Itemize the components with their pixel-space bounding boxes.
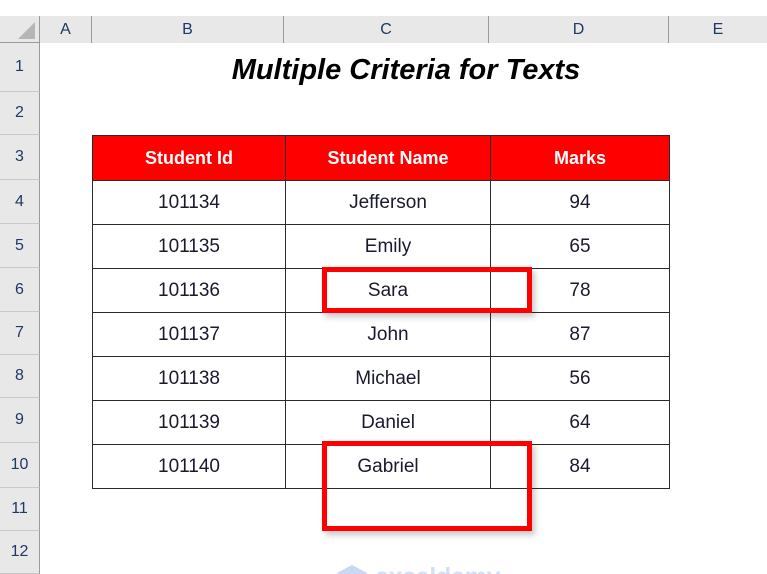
row-header-2-label: 2 <box>15 104 24 121</box>
row-header-11[interactable]: 11 <box>0 488 40 531</box>
table-row[interactable]: 101135 Emily 65 <box>92 224 670 269</box>
row-header-3-label: 3 <box>15 148 24 165</box>
row-header-11-label: 11 <box>11 500 28 517</box>
page-title: Multiple Criteria for Texts <box>231 53 581 86</box>
column-header-c-label: C <box>380 20 392 38</box>
row-header-9[interactable]: 9 <box>0 398 40 443</box>
select-all-triangle-icon <box>18 22 35 39</box>
watermark-name: exceldemy <box>375 564 500 574</box>
row-header-1[interactable]: 1 <box>0 43 40 92</box>
cell-marks[interactable]: 94 <box>490 180 670 225</box>
row-header-1-label: 1 <box>15 58 24 75</box>
table-header-row: Student Id Student Name Marks <box>92 135 670 181</box>
worksheet-area[interactable]: Multiple Criteria for Texts Student Id S… <box>41 43 767 574</box>
table-row[interactable]: 101139 Daniel 64 <box>92 400 670 445</box>
cell-marks[interactable]: 84 <box>490 444 670 489</box>
cell-student-id[interactable]: 101139 <box>92 400 286 445</box>
cell-student-id[interactable]: 101137 <box>92 312 286 357</box>
cell-student-id[interactable]: 101140 <box>92 444 286 489</box>
column-header-b[interactable]: B <box>92 16 284 43</box>
watermark-text-block: exceldemy EXCEL · DATA · BI <box>375 564 500 574</box>
row-header-7-label: 7 <box>15 324 24 341</box>
column-header-e-label: E <box>712 20 724 38</box>
table-row[interactable]: 101137 John 87 <box>92 312 670 357</box>
column-header-student-name: Student Name <box>285 135 491 181</box>
row-header-10[interactable]: 10 <box>0 443 40 488</box>
row-header-5[interactable]: 5 <box>0 224 40 268</box>
student-table: Student Id Student Name Marks 101134 Jef… <box>92 135 670 489</box>
cell-student-name[interactable]: Jefferson <box>285 180 491 225</box>
row-header-6[interactable]: 6 <box>0 268 40 312</box>
row-header-6-label: 6 <box>15 280 24 298</box>
cell-student-name[interactable]: Sara <box>285 268 491 313</box>
cell-marks[interactable]: 87 <box>490 312 670 357</box>
table-row[interactable]: 101140 Gabriel 84 <box>92 444 670 489</box>
column-header-d[interactable]: D <box>489 16 669 43</box>
row-header-12-label: 12 <box>10 543 29 560</box>
row-header-9-label: 9 <box>15 411 24 428</box>
cell-student-name[interactable]: Daniel <box>285 400 491 445</box>
column-header-e[interactable]: E <box>669 16 767 43</box>
table-row[interactable]: 101136 Sara 78 <box>92 268 670 313</box>
cell-student-id[interactable]: 101136 <box>92 268 286 313</box>
cell-student-id[interactable]: 101135 <box>92 224 286 269</box>
column-header-marks: Marks <box>490 135 670 181</box>
row-header-4[interactable]: 4 <box>0 180 40 224</box>
column-header-a[interactable]: A <box>40 16 92 43</box>
row-header-5-label: 5 <box>15 236 24 254</box>
cell-student-id[interactable]: 101138 <box>92 356 286 401</box>
cell-student-name[interactable]: Emily <box>285 224 491 269</box>
cell-student-name[interactable]: Michael <box>285 356 491 401</box>
column-header-b-label: B <box>182 20 193 38</box>
row-header-7[interactable]: 7 <box>0 312 40 355</box>
table-row[interactable]: 101134 Jefferson 94 <box>92 180 670 225</box>
column-header-a-label: A <box>60 20 71 38</box>
row-header-10-label: 10 <box>10 456 29 473</box>
cell-marks[interactable]: 64 <box>490 400 670 445</box>
cell-marks[interactable]: 78 <box>490 268 670 313</box>
table-row[interactable]: 101138 Michael 56 <box>92 356 670 401</box>
cell-marks[interactable]: 65 <box>490 224 670 269</box>
row-header-3[interactable]: 3 <box>0 135 40 180</box>
cell-student-name[interactable]: John <box>285 312 491 357</box>
select-all-corner[interactable] <box>0 16 40 43</box>
row-header-4-label: 4 <box>15 192 24 210</box>
row-header-8[interactable]: 8 <box>0 355 40 398</box>
spreadsheet-canvas: A B C D E 1 2 3 4 5 6 7 8 9 10 11 12 Mul… <box>0 0 767 574</box>
exceldemy-logo-icon <box>337 565 367 574</box>
row-header-2[interactable]: 2 <box>0 92 40 135</box>
column-header-student-id: Student Id <box>92 135 286 181</box>
row-header-8-label: 8 <box>15 367 24 384</box>
row-header-12[interactable]: 12 <box>0 531 40 574</box>
cell-student-name[interactable]: Gabriel <box>285 444 491 489</box>
cell-student-id[interactable]: 101134 <box>92 180 286 225</box>
column-header-c[interactable]: C <box>284 16 489 43</box>
cell-marks[interactable]: 56 <box>490 356 670 401</box>
column-header-d-label: D <box>572 20 585 38</box>
exceldemy-watermark: exceldemy EXCEL · DATA · BI <box>335 561 515 574</box>
